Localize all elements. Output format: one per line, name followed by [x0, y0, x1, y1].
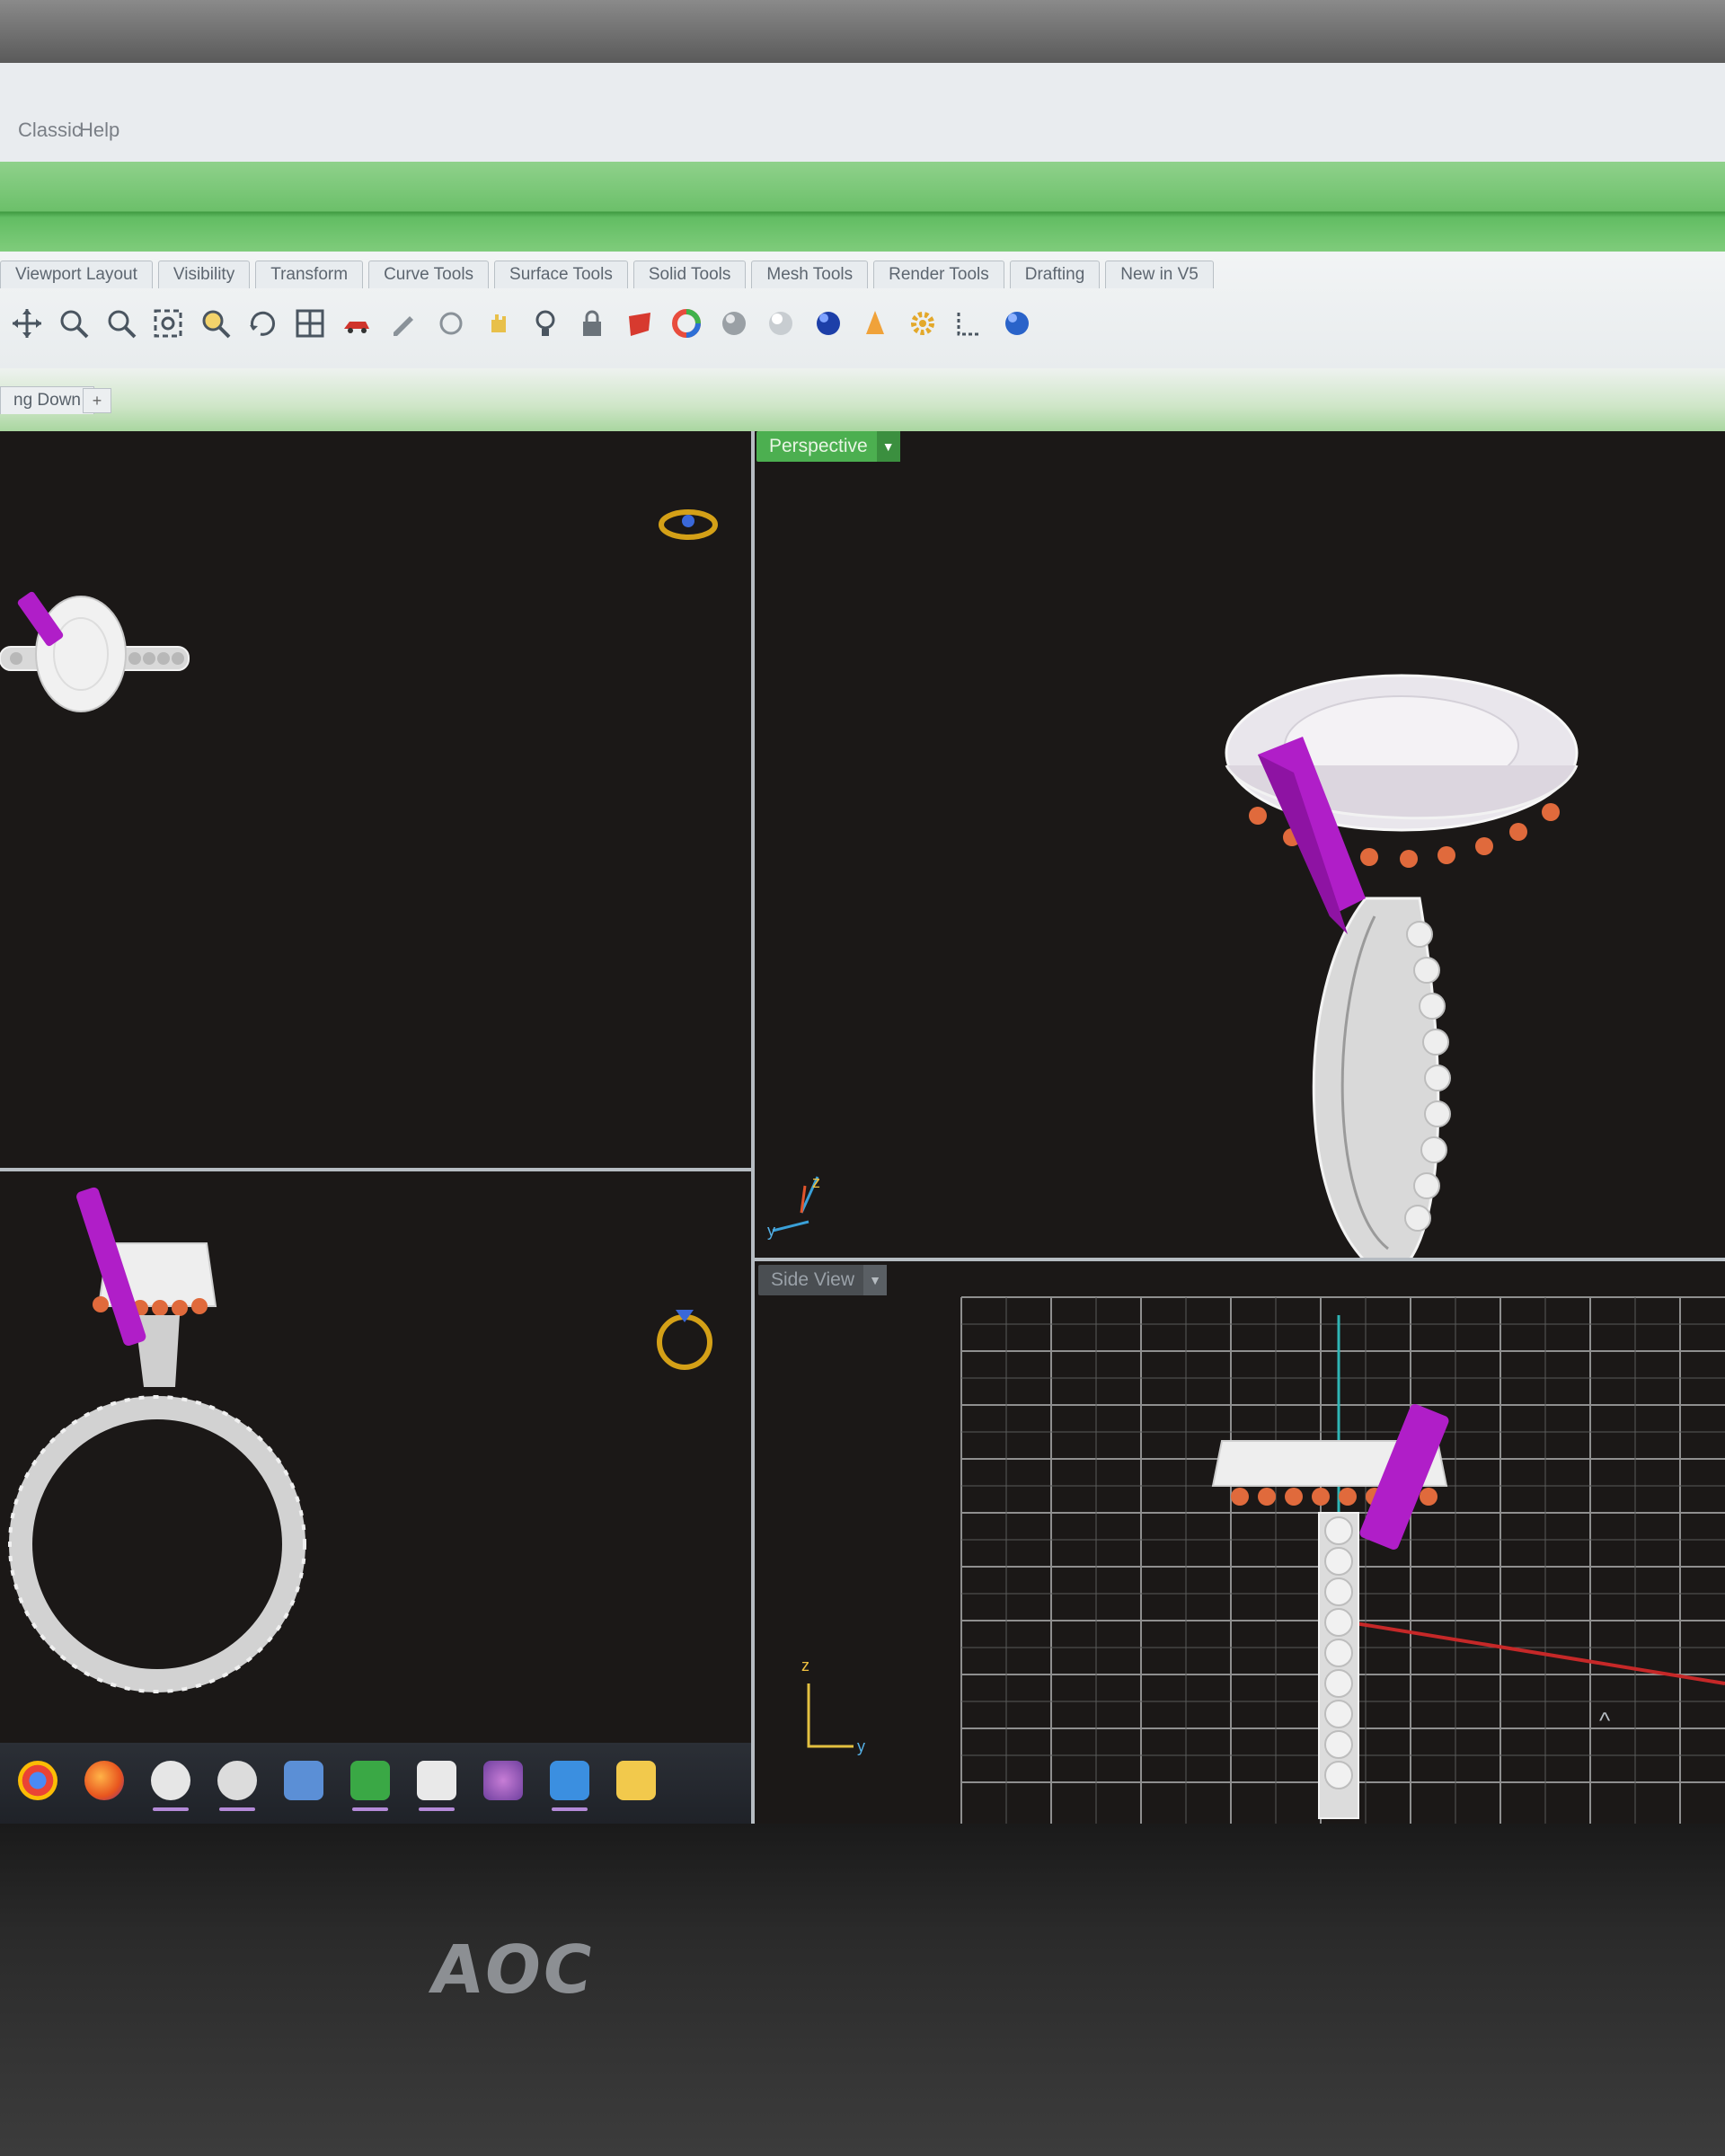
lightbulb-icon[interactable]	[527, 305, 563, 341]
tab-curve-tools[interactable]: Curve Tools	[368, 261, 490, 288]
system-tray-chevron-icon[interactable]: ^	[1599, 1707, 1610, 1735]
notepad-icon[interactable]	[284, 1761, 323, 1800]
shell-running-indicator	[419, 1807, 455, 1811]
rhino-alt-icon[interactable]	[217, 1761, 257, 1800]
monitor-photo: Classic Help Viewport Layout Visibility Tr…	[0, 0, 1725, 2156]
menu-bar: Classic Help	[0, 63, 1725, 163]
viewport-side[interactable]: Side View ▼ z y	[755, 1261, 1725, 1824]
chrome-icon[interactable]	[18, 1761, 58, 1800]
zoom-selected-icon[interactable]	[198, 305, 234, 341]
axis-label-z: z	[812, 1173, 820, 1191]
tab-mesh-tools[interactable]: Mesh Tools	[751, 261, 869, 288]
move-icon[interactable]	[9, 305, 45, 341]
tab-new-in-v5[interactable]: New in V5	[1105, 261, 1214, 288]
gear-icon[interactable]	[905, 305, 941, 341]
zoom-window-icon[interactable]	[103, 305, 139, 341]
monitor-bezel-top	[0, 0, 1725, 63]
sphere-blue-icon[interactable]	[810, 305, 846, 341]
cluster-icon[interactable]	[483, 1761, 523, 1800]
zoom-icon[interactable]	[56, 305, 92, 341]
viewport-divider-right[interactable]	[755, 1258, 1725, 1261]
screen: Classic Help Viewport Layout Visibility Tr…	[0, 63, 1725, 1824]
grid-icon[interactable]	[292, 305, 328, 341]
rotate-view-icon[interactable]	[244, 305, 280, 341]
tab-layout[interactable]: ng Down	[0, 386, 94, 414]
help-globe-icon[interactable]	[999, 305, 1035, 341]
sphere-white-icon[interactable]	[763, 305, 799, 341]
taskbar	[0, 1743, 751, 1824]
zoom-extents-icon[interactable]	[150, 305, 186, 341]
green-app-icon[interactable]	[350, 1761, 390, 1800]
color-wheel-icon[interactable]	[668, 305, 704, 341]
rhino-running-indicator	[153, 1807, 189, 1811]
green-app-running-indicator	[352, 1807, 388, 1811]
rhino-alt-running-indicator	[219, 1807, 255, 1811]
toolbar-area: Viewport Layout Visibility Transform Curve …	[0, 252, 1725, 431]
viewport-perspective[interactable]: Perspective ▼ y z	[755, 431, 1725, 1258]
command-area	[0, 162, 1725, 252]
tab-render-tools[interactable]: Render Tools	[873, 261, 1004, 288]
blue-app-icon[interactable]	[550, 1761, 589, 1800]
axis-label-z-side: z	[801, 1657, 809, 1674]
viewport-divider-vertical[interactable]	[751, 431, 755, 1824]
dimension-icon[interactable]	[951, 305, 987, 341]
toolbar-tabs: Viewport Layout Visibility Transform Curve …	[0, 261, 1219, 291]
viewport-tab-strip	[0, 368, 1725, 431]
lock-icon[interactable]	[574, 305, 610, 341]
add-layout-button[interactable]: +	[83, 388, 111, 413]
car-icon[interactable]	[339, 305, 375, 341]
blue-app-running-indicator	[552, 1807, 588, 1811]
front-view-drawing	[8, 1187, 712, 1693]
yellow-app-icon[interactable]	[616, 1761, 656, 1800]
rhino-icon[interactable]	[151, 1761, 190, 1800]
tab-transform[interactable]: Transform	[255, 261, 364, 288]
cone-icon[interactable]	[857, 305, 893, 341]
viewport-top[interactable]	[0, 431, 751, 1168]
toolbar-icons	[9, 305, 1042, 356]
tab-solid-tools[interactable]: Solid Tools	[632, 261, 747, 288]
axis-label-y-side: y	[857, 1737, 865, 1755]
tab-drafting[interactable]: Drafting	[1009, 261, 1101, 288]
circle-icon[interactable]	[433, 305, 469, 341]
hand-icon[interactable]	[481, 305, 517, 341]
menu-item-classic[interactable]: Classic	[18, 119, 82, 142]
tab-surface-tools[interactable]: Surface Tools	[494, 261, 628, 288]
viewport-front[interactable]	[0, 1171, 751, 1824]
top-view-drawing	[0, 509, 718, 712]
menu-item-help[interactable]: Help	[79, 119, 119, 142]
tab-visibility[interactable]: Visibility	[157, 261, 251, 288]
axis-label-y: y	[767, 1222, 775, 1240]
perspective-view-drawing	[772, 674, 1579, 1258]
sphere-grey-icon[interactable]	[716, 305, 752, 341]
pencil-icon[interactable]	[386, 305, 422, 341]
viewport-divider-left[interactable]	[0, 1168, 755, 1171]
color-swatch-icon[interactable]	[622, 305, 658, 341]
firefox-icon[interactable]	[84, 1761, 124, 1800]
monitor-brand-logo: AOC	[425, 1931, 599, 2009]
side-view-drawing	[807, 1296, 1725, 1824]
tab-viewport-layout[interactable]: Viewport Layout	[0, 261, 153, 288]
shell-icon[interactable]	[417, 1761, 456, 1800]
